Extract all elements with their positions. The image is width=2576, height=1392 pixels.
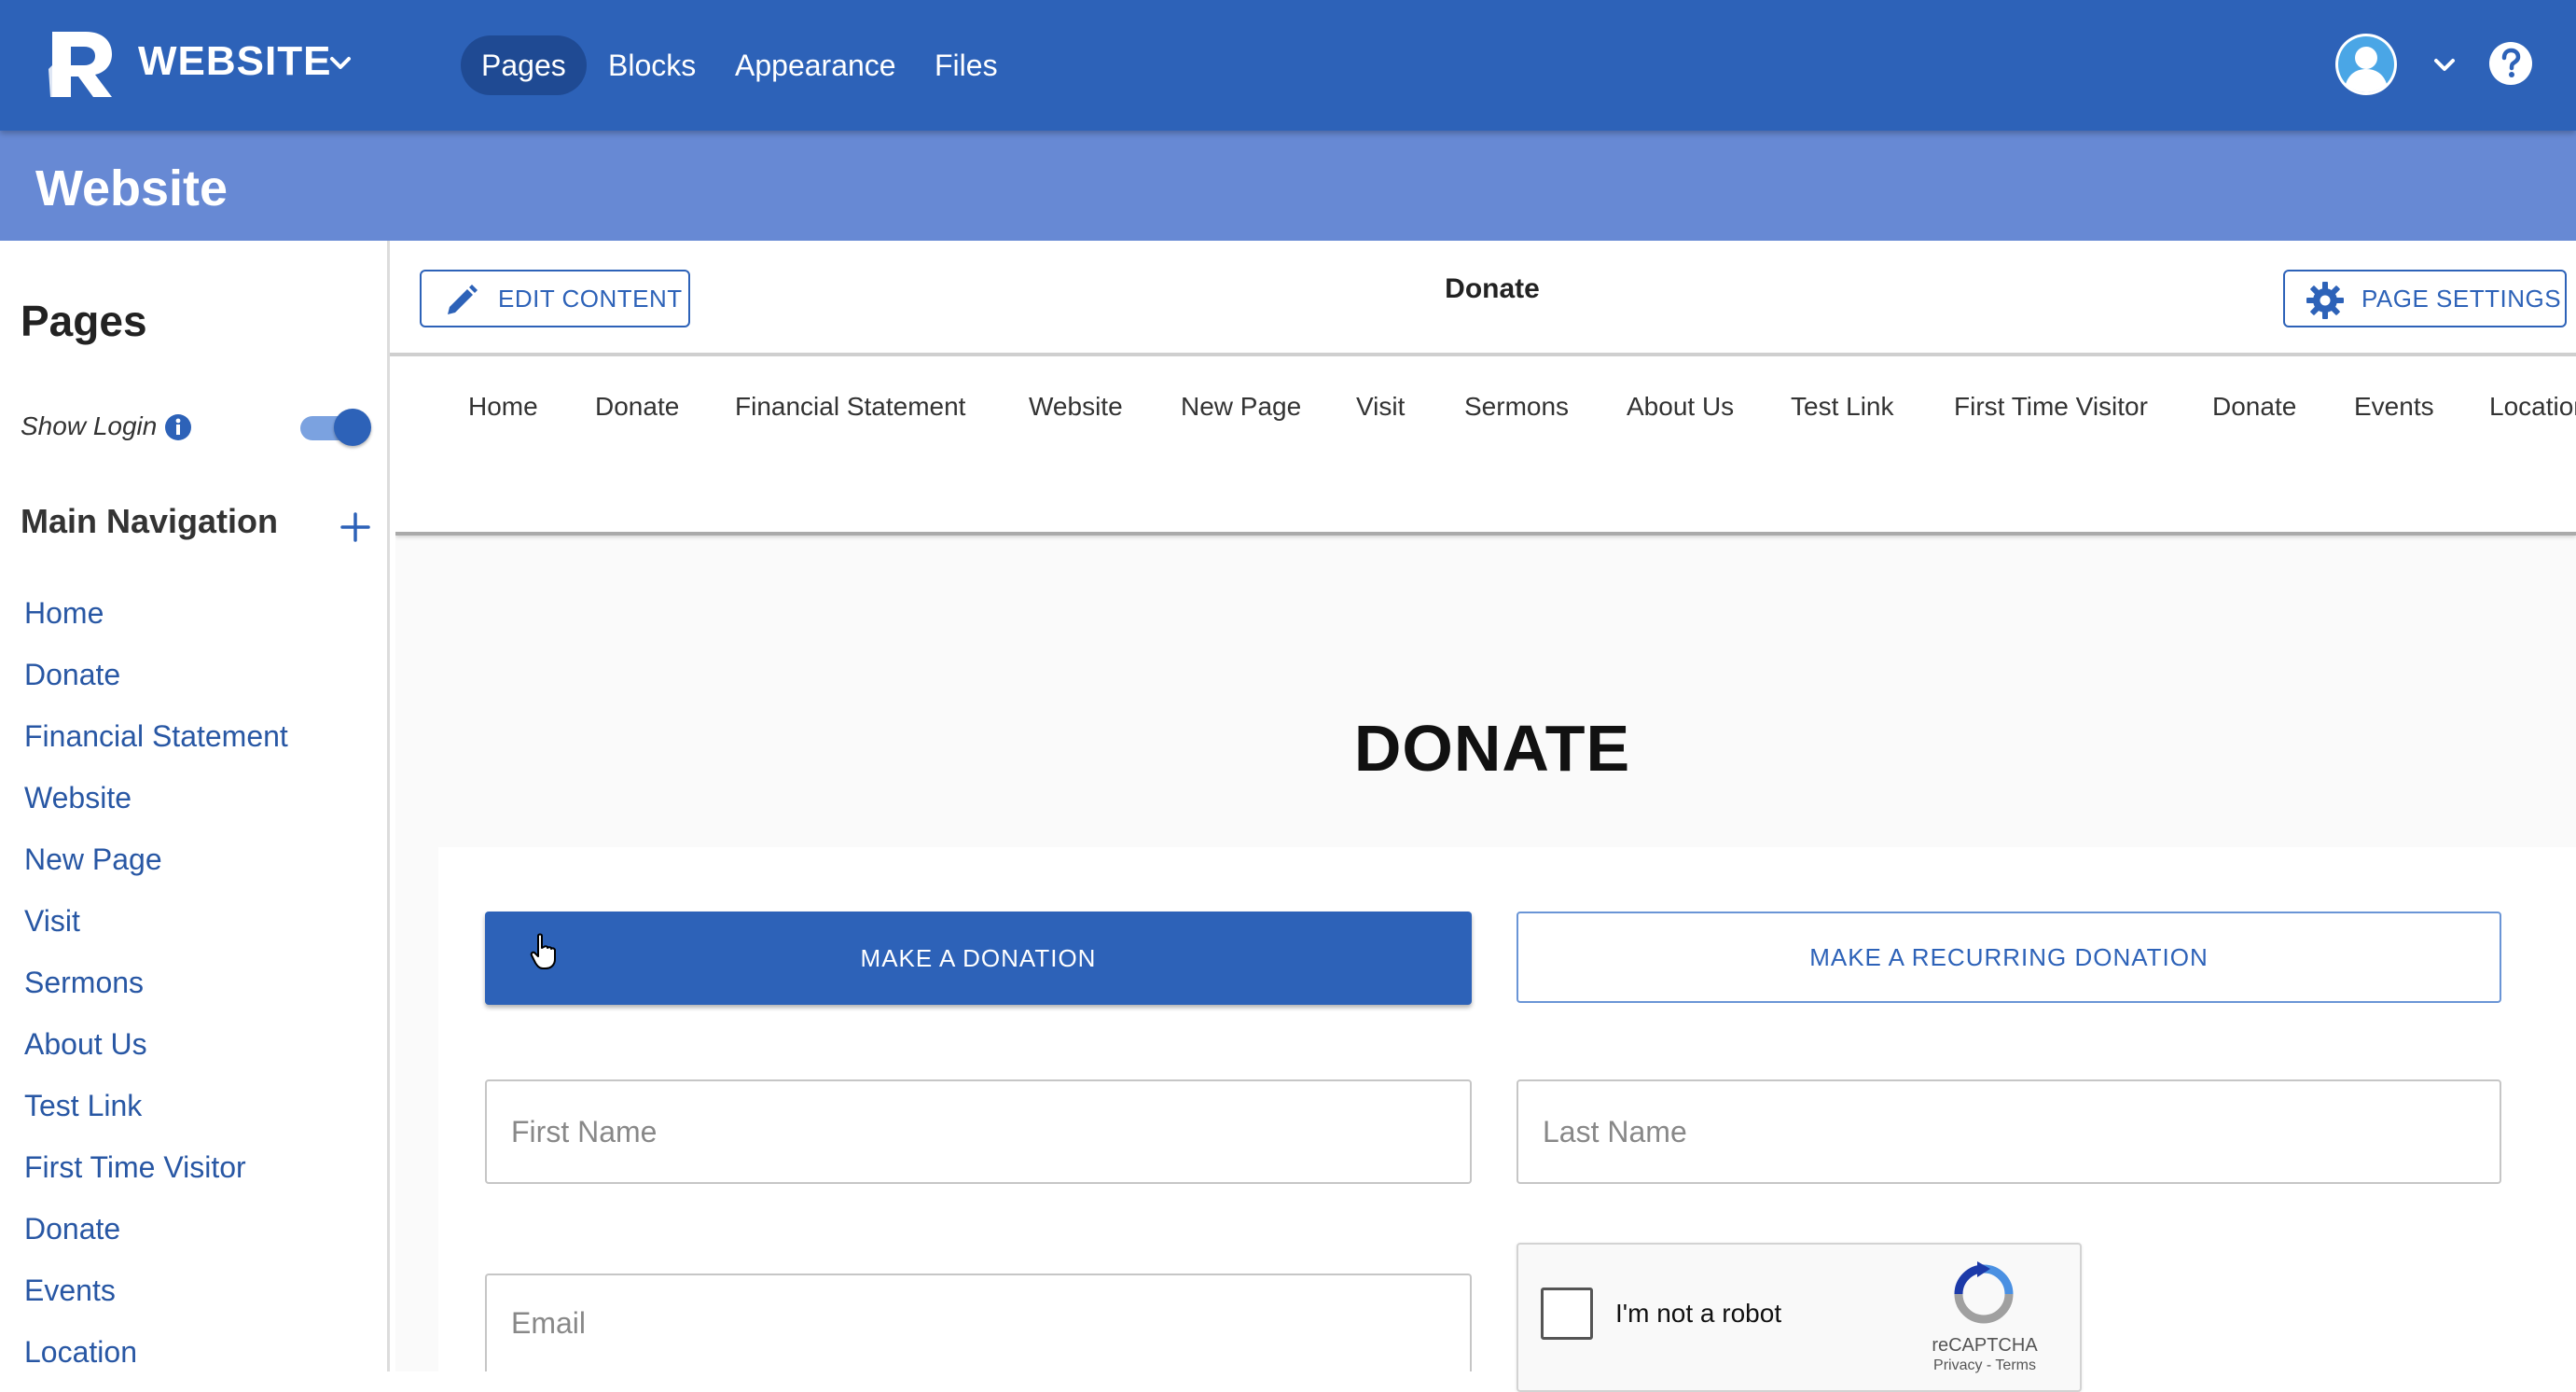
sidebar-item-events[interactable]: Events xyxy=(24,1260,288,1321)
logo-icon[interactable] xyxy=(45,28,116,101)
preview-nav-new-page[interactable]: New Page xyxy=(1181,388,1301,425)
sidebar-item-visit[interactable]: Visit xyxy=(24,890,288,952)
sidebar-item-website[interactable]: Website xyxy=(24,767,288,828)
page-settings-label: PAGE SETTINGS xyxy=(2361,285,2562,313)
make-recurring-donation-button[interactable]: MAKE A RECURRING DONATION xyxy=(1517,912,2501,1003)
preview-nav-visit[interactable]: Visit xyxy=(1356,388,1405,425)
sidebar-item-donate-2[interactable]: Donate xyxy=(24,1198,288,1260)
recaptcha-icon xyxy=(1954,1261,2014,1324)
recaptcha-label: I'm not a robot xyxy=(1615,1299,1782,1328)
sidebar-nav-list: Home Donate Financial Statement Website … xyxy=(24,582,288,1383)
preview-nav-donate-2[interactable]: Donate xyxy=(2212,388,2296,425)
recaptcha-checkbox[interactable] xyxy=(1541,1288,1593,1340)
sidebar-item-new-page[interactable]: New Page xyxy=(24,828,288,890)
last-name-field xyxy=(1517,1079,2501,1184)
sidebar-title: Pages xyxy=(21,297,147,345)
page-settings-button[interactable]: PAGE SETTINGS xyxy=(2283,270,2567,327)
current-page-title: Donate xyxy=(1445,273,1540,304)
site-name[interactable]: WEBSITE xyxy=(138,37,331,86)
page-preview: Home Donate Financial Statement Website … xyxy=(395,360,2576,1371)
show-login-label: Show Login xyxy=(21,411,158,440)
top-app-bar: WEBSITE Pages Blocks Appearance Files xyxy=(0,0,2576,131)
gear-icon xyxy=(2306,282,2344,319)
plus-icon[interactable] xyxy=(339,511,371,543)
sidebar-item-test-link[interactable]: Test Link xyxy=(24,1075,288,1136)
preview-nav-about-us[interactable]: About Us xyxy=(1627,388,1734,425)
tab-files[interactable]: Files xyxy=(914,35,1018,95)
sidebar-item-financial-statement[interactable]: Financial Statement xyxy=(24,705,288,767)
preview-nav-donate[interactable]: Donate xyxy=(595,388,679,425)
preview-nav-financial-statement[interactable]: Financial Statement xyxy=(735,388,965,425)
edit-content-button[interactable]: EDIT CONTENT xyxy=(420,270,690,327)
help-icon[interactable] xyxy=(2488,41,2533,86)
chevron-down-icon[interactable] xyxy=(326,52,354,75)
show-login-toggle[interactable] xyxy=(300,409,373,446)
first-name-input[interactable] xyxy=(487,1081,1470,1182)
preview-navigation-bar: Home Donate Financial Statement Website … xyxy=(395,360,2576,536)
recaptcha-privacy-terms[interactable]: Privacy - Terms xyxy=(1908,1357,2061,1375)
email-input[interactable] xyxy=(487,1275,1470,1371)
recaptcha-widget: I'm not a robot reCAPTCHA Privacy - Term… xyxy=(1517,1243,2082,1392)
preview-nav-events[interactable]: Events xyxy=(2354,388,2434,425)
pencil-icon xyxy=(448,285,478,314)
last-name-input[interactable] xyxy=(1518,1081,2500,1182)
sidebar: Pages Show Login Main Navigation Home Do… xyxy=(0,241,390,1371)
sidebar-item-location[interactable]: Location xyxy=(24,1321,288,1383)
donate-heading: DONATE xyxy=(1353,712,1631,785)
first-name-field xyxy=(485,1079,1472,1184)
tab-blocks[interactable]: Blocks xyxy=(588,35,716,95)
page-title: Website xyxy=(35,160,229,216)
chevron-down-icon[interactable] xyxy=(2431,54,2458,77)
recaptcha-brand: reCAPTCHA xyxy=(1932,1335,2038,1356)
preview-nav-sermons[interactable]: Sermons xyxy=(1464,388,1569,425)
sidebar-item-donate[interactable]: Donate xyxy=(24,644,288,705)
preview-nav-home[interactable]: Home xyxy=(468,388,538,425)
main-navigation-title: Main Navigation xyxy=(21,502,279,540)
sidebar-item-about-us[interactable]: About Us xyxy=(24,1013,288,1075)
avatar-icon[interactable] xyxy=(2335,34,2397,95)
sidebar-item-home[interactable]: Home xyxy=(24,582,288,644)
sidebar-item-sermons[interactable]: Sermons xyxy=(24,952,288,1013)
sidebar-item-first-time-visitor[interactable]: First Time Visitor xyxy=(24,1136,288,1198)
toggle-knob xyxy=(334,409,371,446)
preview-nav-location[interactable]: Location xyxy=(2489,388,2576,425)
preview-nav-website[interactable]: Website xyxy=(1029,388,1123,425)
preview-nav-first-time-visitor[interactable]: First Time Visitor xyxy=(1954,388,2148,425)
email-field xyxy=(485,1274,1472,1371)
tab-pages[interactable]: Pages xyxy=(461,35,587,95)
cursor-icon xyxy=(530,933,556,969)
preview-nav-test-link[interactable]: Test Link xyxy=(1791,388,1894,425)
edit-content-label: EDIT CONTENT xyxy=(498,285,683,313)
info-icon[interactable] xyxy=(164,413,192,441)
tab-appearance[interactable]: Appearance xyxy=(714,35,917,95)
make-donation-button[interactable]: MAKE A DONATION xyxy=(485,912,1472,1005)
page-header: Website xyxy=(0,131,2576,241)
